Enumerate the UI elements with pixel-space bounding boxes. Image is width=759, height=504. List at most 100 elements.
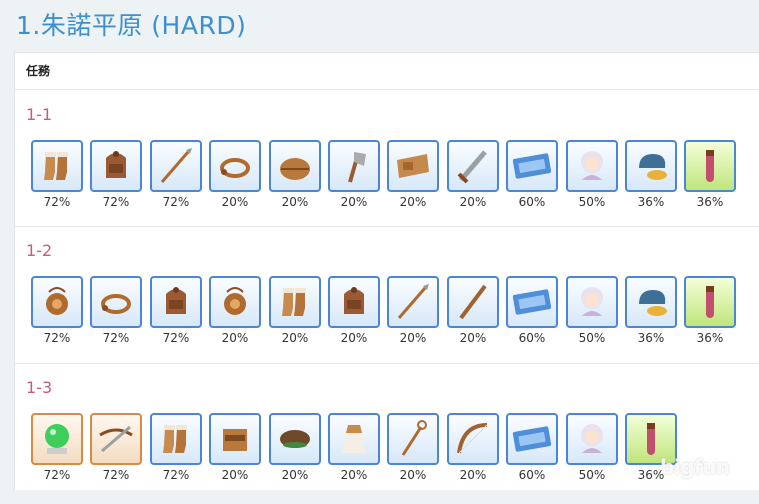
dress-icon xyxy=(328,413,380,465)
drop-item[interactable]: 36% xyxy=(625,140,681,209)
drop-rate: 60% xyxy=(518,468,546,482)
drop-item[interactable]: 36% xyxy=(625,276,681,345)
drop-rate: 72% xyxy=(102,195,130,209)
ticket-icon xyxy=(506,413,558,465)
drop-rate: 72% xyxy=(162,468,190,482)
drop-item[interactable]: 20% xyxy=(209,276,265,345)
drop-item[interactable]: 20% xyxy=(209,413,265,482)
drop-rate: 50% xyxy=(578,331,606,345)
drop-item[interactable]: 20% xyxy=(269,413,325,482)
drop-item[interactable]: 20% xyxy=(269,140,325,209)
drop-rate: 20% xyxy=(281,195,309,209)
drop-item[interactable]: 20% xyxy=(387,140,443,209)
drop-rate: 20% xyxy=(340,468,368,482)
gauntlet-icon xyxy=(209,413,261,465)
drop-rate: 36% xyxy=(637,195,665,209)
drop-item[interactable]: 20% xyxy=(328,413,384,482)
drop-rate: 72% xyxy=(162,331,190,345)
drop-item[interactable]: 72% xyxy=(150,140,206,209)
character-shard-icon xyxy=(566,276,618,328)
drop-item[interactable]: 20% xyxy=(387,276,443,345)
ticket-icon xyxy=(506,140,558,192)
drop-item[interactable]: 72% xyxy=(31,276,87,345)
helmet-coins-icon xyxy=(625,276,677,328)
drop-item[interactable]: 36% xyxy=(684,276,740,345)
drop-item[interactable]: 50% xyxy=(566,276,622,345)
bow-icon xyxy=(447,413,499,465)
stage-section: 1-2 72% 72% 72% 20% 20% 20% 20% 20% 60% 50% 36% 36% xyxy=(15,226,759,364)
amulet-icon xyxy=(209,276,261,328)
page-title: 1.朱諾平原 (HARD) xyxy=(16,11,247,40)
stage-label: 1-3 xyxy=(26,378,53,397)
backpack-icon xyxy=(150,276,202,328)
drop-rate: 20% xyxy=(221,468,249,482)
drop-rate: 20% xyxy=(340,195,368,209)
drop-item[interactable]: 20% xyxy=(269,276,325,345)
drop-item[interactable]: 20% xyxy=(328,276,384,345)
backpack-icon xyxy=(90,140,142,192)
cap-icon xyxy=(269,413,321,465)
drop-item[interactable]: 20% xyxy=(209,140,265,209)
drop-item[interactable]: 20% xyxy=(387,413,443,482)
drop-item[interactable]: 20% xyxy=(447,276,503,345)
drop-item[interactable]: 72% xyxy=(90,140,146,209)
helmet-coins-icon xyxy=(625,140,677,192)
drop-rate: 72% xyxy=(43,468,71,482)
drop-rate: 36% xyxy=(637,331,665,345)
boots-icon xyxy=(150,413,202,465)
drop-item[interactable]: 60% xyxy=(506,413,562,482)
stage-label: 1-1 xyxy=(26,105,53,124)
drop-rate: 20% xyxy=(399,468,427,482)
drop-rate: 20% xyxy=(399,331,427,345)
drop-item[interactable]: 50% xyxy=(566,140,622,209)
drop-rate: 60% xyxy=(518,195,546,209)
backpack-icon xyxy=(328,276,380,328)
axe-icon xyxy=(328,140,380,192)
drop-item[interactable]: 60% xyxy=(506,140,562,209)
stage-section: 1-3 72% 72% 72% 20% 20% 20% 20% 20% 60% 50% 36% xyxy=(15,363,759,504)
drop-rate: 50% xyxy=(578,195,606,209)
drop-rate: 20% xyxy=(399,195,427,209)
drop-item[interactable]: 72% xyxy=(90,413,146,482)
drop-rate: 20% xyxy=(459,331,487,345)
drop-item[interactable]: 72% xyxy=(150,413,206,482)
drop-item[interactable]: 20% xyxy=(447,140,503,209)
drop-rate: 36% xyxy=(696,331,724,345)
character-shard-icon xyxy=(566,413,618,465)
staff-icon xyxy=(447,276,499,328)
drop-item[interactable]: 20% xyxy=(328,140,384,209)
hat-icon xyxy=(269,140,321,192)
drop-rate: 20% xyxy=(281,468,309,482)
drop-rate: 20% xyxy=(221,331,249,345)
stage-label: 1-2 xyxy=(26,241,53,260)
crystal-ball-icon xyxy=(31,413,83,465)
drop-rate: 72% xyxy=(43,331,71,345)
crossbow-icon xyxy=(90,413,142,465)
drop-item[interactable]: 72% xyxy=(31,140,87,209)
drop-item[interactable]: 72% xyxy=(31,413,87,482)
sword-icon xyxy=(447,140,499,192)
drop-item[interactable]: 60% xyxy=(506,276,562,345)
belt-icon xyxy=(387,140,439,192)
drop-rate: 20% xyxy=(459,468,487,482)
spear-icon xyxy=(150,140,202,192)
stage-section: 1-1 72% 72% 72% 20% 20% 20% 20% 20% 60% 50% 36% 36% xyxy=(15,91,759,226)
wand-icon xyxy=(387,413,439,465)
drop-rate: 20% xyxy=(281,331,309,345)
drop-rate: 72% xyxy=(43,195,71,209)
drop-item[interactable]: 36% xyxy=(684,140,740,209)
bracelet-icon xyxy=(90,276,142,328)
drop-item[interactable]: 72% xyxy=(90,276,146,345)
drop-item[interactable]: 20% xyxy=(447,413,503,482)
drop-item[interactable]: 50% xyxy=(566,413,622,482)
drop-rate: 36% xyxy=(696,195,724,209)
boots-icon xyxy=(31,140,83,192)
drop-rate: 72% xyxy=(102,331,130,345)
drop-rate: 50% xyxy=(578,468,606,482)
potion-icon xyxy=(684,140,736,192)
spear-icon xyxy=(387,276,439,328)
drop-rate: 72% xyxy=(162,195,190,209)
character-shard-icon xyxy=(566,140,618,192)
drop-item[interactable]: 72% xyxy=(150,276,206,345)
ticket-icon xyxy=(506,276,558,328)
